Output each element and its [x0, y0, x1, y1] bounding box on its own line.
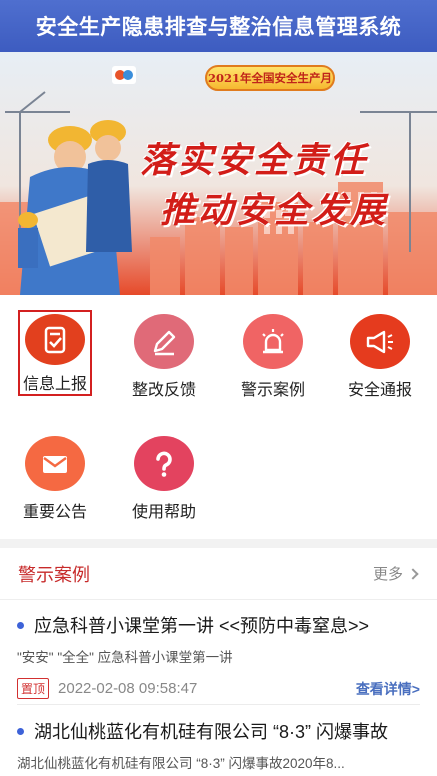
more-link[interactable]: 更多 [372, 563, 419, 584]
news-summary: "安安" "全全" 应急科普小课堂第一讲 [17, 650, 233, 665]
bullet-icon [17, 727, 24, 735]
section-title: 警示案例 [18, 564, 90, 585]
chevron-right-icon [407, 567, 419, 580]
section-divider [0, 539, 437, 548]
menu-label: 整改反馈 [131, 382, 196, 399]
news-title: 湖北仙桃蓝化有机硅有限公司 “8·3” 闪爆事故 [34, 722, 389, 742]
news-meta-left: 置顶 2022-02-08 09:58:47 [17, 678, 197, 699]
menu-label: 使用帮助 [131, 504, 196, 521]
news-item[interactable]: 应急科普小课堂第一讲 <<预防中毒窒息>> "安安" "全全" 应急科普小课堂第… [0, 612, 437, 699]
menu-icon-circle [25, 314, 85, 365]
mail-icon [43, 455, 67, 473]
app-header: 安全生产隐患排查与整治信息管理系统 [0, 0, 437, 52]
news-separator [17, 704, 420, 705]
report-check-icon [44, 326, 66, 353]
news-title: 应急科普小课堂第一讲 <<预防中毒窒息>> [34, 616, 370, 636]
warning-cases-header: 警示案例 更多 [0, 548, 437, 600]
pencil-icon [153, 330, 176, 355]
menu-icon-circle [134, 314, 194, 369]
menu-icon-circle [243, 314, 303, 369]
menu-icon-circle [25, 436, 85, 491]
news-summary: 湖北仙桃蓝化有机硅有限公司 “8·3” 闪爆事故2020年8... [17, 756, 345, 771]
bullet-icon [17, 621, 24, 629]
menu-warning-cases[interactable]: 警示案例 [224, 310, 322, 400]
menu-info-report[interactable]: 信息上报 [18, 310, 92, 396]
menu-important-notice[interactable]: 重要公告 [6, 432, 104, 522]
banner-slogan-line2: 推动安全发展 [160, 190, 389, 231]
view-details-link[interactable]: 查看详情> [356, 679, 420, 699]
menu-label: 警示案例 [240, 382, 305, 399]
pinned-badge: 置顶 [17, 678, 50, 699]
page-title: 安全生产隐患排查与整治信息管理系统 [35, 16, 402, 39]
banner-slogan-line1: 落实安全责任 [140, 140, 369, 181]
news-meta: 置顶 2022-02-08 09:58:47 查看详情> [17, 678, 420, 699]
megaphone-icon [366, 330, 393, 353]
alarm-light-icon [262, 328, 284, 353]
news-title-row: 湖北仙桃蓝化有机硅有限公司 “8·3” 闪爆事故 [17, 718, 420, 744]
help-question-icon [156, 451, 172, 477]
banner-badge: 2021年全国安全生产月 [205, 65, 335, 91]
news-date: 2022-02-08 09:58:47 [58, 680, 198, 697]
menu-icon-circle [350, 314, 410, 369]
menu-safety-bulletin[interactable]: 安全通报 [331, 310, 429, 400]
menu-usage-help[interactable]: 使用帮助 [115, 432, 213, 522]
menu-icon-circle [134, 436, 194, 491]
menu-rectify-feedback[interactable]: 整改反馈 [115, 310, 213, 400]
promo-banner[interactable]: 2021年全国安全生产月 落实安全责任 推动安全发展 [0, 52, 437, 295]
menu-label: 安全通报 [347, 382, 412, 399]
news-title-row: 应急科普小课堂第一讲 <<预防中毒窒息>> [17, 612, 420, 638]
news-item[interactable]: 湖北仙桃蓝化有机硅有限公司 “8·3” 闪爆事故 湖北仙桃蓝化有机硅有限公司 “… [0, 718, 437, 772]
menu-label: 信息上报 [22, 376, 87, 393]
more-label: 更多 [372, 566, 403, 583]
menu-label: 重要公告 [22, 504, 87, 521]
